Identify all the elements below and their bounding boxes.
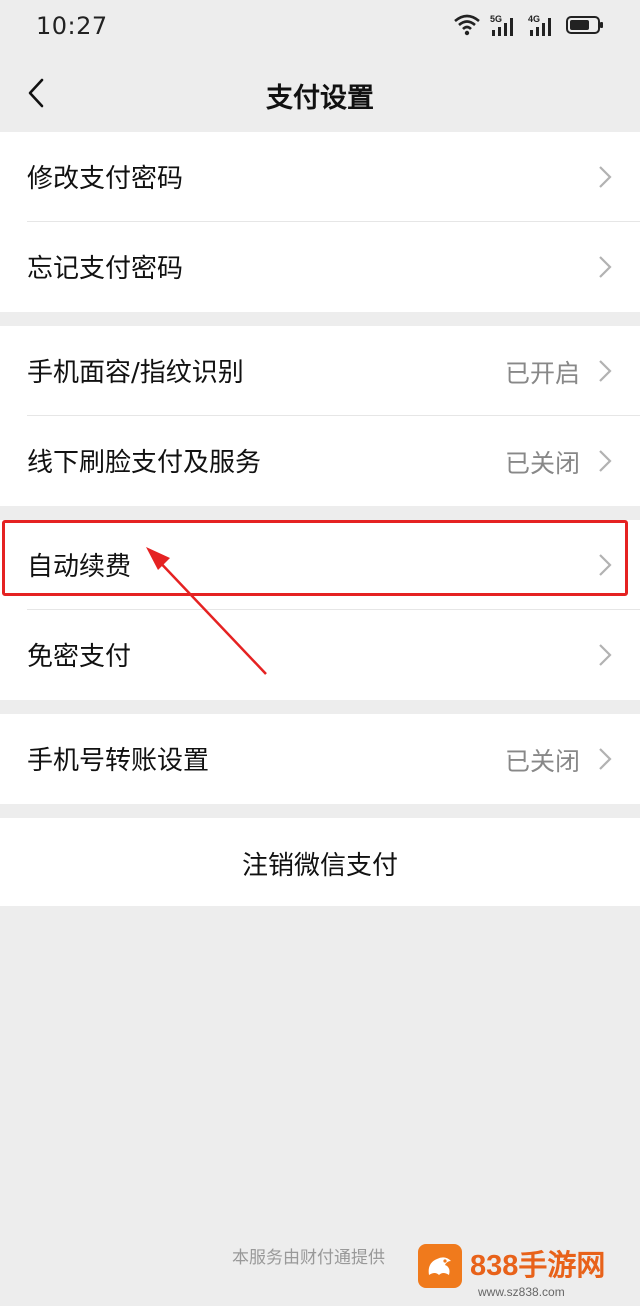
- cancel-wechat-pay-label: 注销微信支付: [241, 851, 398, 881]
- watermark-brand: 838手游网: [470, 1250, 606, 1282]
- row-status: 已关闭: [504, 747, 580, 776]
- row-status: 已关闭: [504, 449, 580, 478]
- chevron-right-icon: [599, 450, 612, 472]
- watermark: 838手游网: [418, 1244, 605, 1288]
- chevron-right-icon: [599, 748, 612, 770]
- row-label: 线下刷脸支付及服务: [27, 448, 262, 478]
- network-2-label: 4G: [528, 14, 540, 24]
- face-pay-row[interactable]: 线下刷脸支付及服务 已关闭: [0, 416, 640, 506]
- watermark-url: www.sz838.com: [478, 1285, 565, 1299]
- chevron-right-icon: [599, 256, 612, 278]
- network-1-label: 5G: [490, 14, 502, 24]
- signal-5g-icon: 5G: [490, 14, 513, 36]
- row-label: 手机号转账设置: [27, 746, 210, 776]
- chevron-right-icon: [599, 644, 612, 666]
- wifi-icon: [454, 14, 480, 36]
- row-label: 免密支付: [27, 642, 132, 672]
- auto-renew-row[interactable]: 自动续费: [0, 520, 640, 610]
- page-title: 支付设置: [266, 83, 374, 114]
- change-password-row[interactable]: 修改支付密码: [0, 132, 640, 222]
- chevron-right-icon: [599, 166, 612, 188]
- dragon-logo-icon: [418, 1244, 462, 1288]
- cancel-wechat-pay-button[interactable]: 注销微信支付: [0, 818, 640, 906]
- footer-text: 本服务由财付通提供: [232, 1248, 385, 1268]
- settings-group-cancel: 注销微信支付: [0, 818, 640, 906]
- nav-bar: 支付设置: [0, 54, 640, 132]
- biometric-row[interactable]: 手机面容/指纹识别 已开启: [0, 326, 640, 416]
- row-label: 修改支付密码: [27, 164, 184, 194]
- chevron-right-icon: [599, 554, 612, 576]
- phone-transfer-row[interactable]: 手机号转账设置 已关闭: [0, 714, 640, 804]
- row-status: 已开启: [504, 359, 580, 388]
- settings-group-transfer: 手机号转账设置 已关闭: [0, 714, 640, 804]
- settings-group-password: 修改支付密码 忘记支付密码: [0, 132, 640, 312]
- row-label: 手机面容/指纹识别: [27, 358, 244, 388]
- chevron-right-icon: [599, 360, 612, 382]
- password-free-pay-row[interactable]: 免密支付: [0, 610, 640, 700]
- status-icons: 5G 4G: [454, 13, 604, 37]
- row-label: 自动续费: [27, 552, 132, 582]
- row-label: 忘记支付密码: [27, 254, 184, 284]
- status-bar: 10:27 5G 4G: [0, 0, 640, 54]
- settings-group-biometric: 手机面容/指纹识别 已开启 线下刷脸支付及服务 已关闭: [0, 326, 640, 506]
- forgot-password-row[interactable]: 忘记支付密码: [0, 222, 640, 312]
- battery-icon: [566, 16, 603, 34]
- settings-group-autopay: 自动续费 免密支付: [0, 520, 640, 700]
- status-time: 10:27: [36, 12, 108, 40]
- signal-4g-icon: 4G: [528, 14, 551, 36]
